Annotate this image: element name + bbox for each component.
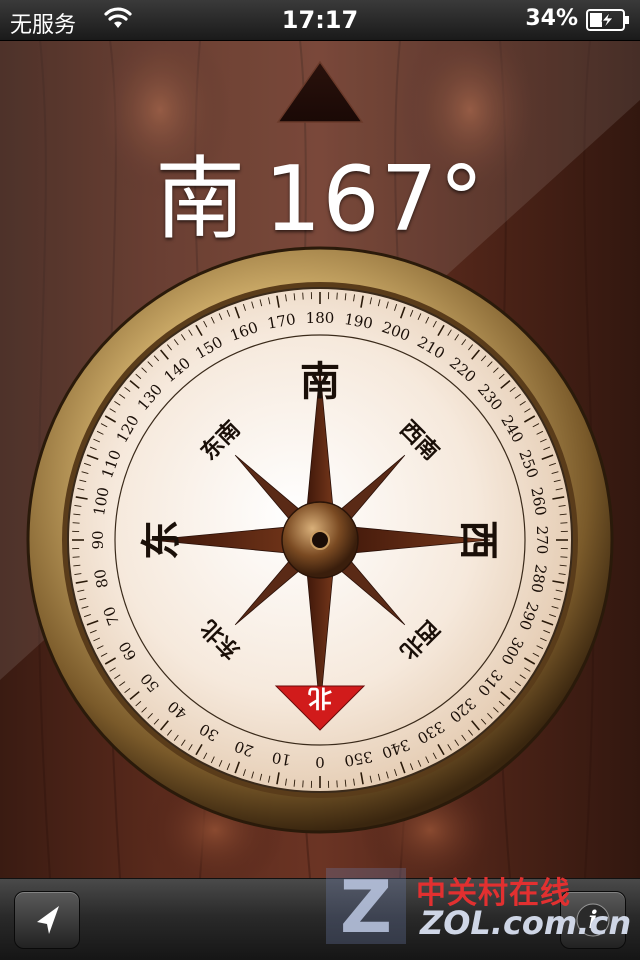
- dial-tick-label: 80: [91, 568, 112, 590]
- heading-direction: 南: [155, 147, 247, 252]
- status-bar: 无服务 17:17 34%: [0, 0, 640, 41]
- cardinal-south: 南: [300, 359, 340, 405]
- heading-degrees: 167°: [264, 147, 485, 252]
- cardinal-west: 西: [455, 520, 501, 560]
- heading-pointer-icon: [276, 60, 364, 123]
- dial-tick-label: 270: [533, 526, 551, 555]
- location-arrow-icon: [37, 906, 59, 934]
- cardinal-north: 北: [308, 684, 332, 712]
- compass-pivot: [310, 530, 330, 550]
- dial-tick-label: 180: [306, 309, 335, 327]
- heading-readout: 南 167°: [0, 126, 640, 256]
- watermark-en: ZOL.com.cn: [420, 904, 632, 942]
- battery-charging-icon: [586, 9, 630, 37]
- compass-app: 无服务 17:17 34% 南 167° 0 10 20 30 40 50 60…: [0, 0, 640, 960]
- svg-text:Z: Z: [340, 865, 392, 949]
- zol-logo: Z: [326, 865, 406, 949]
- dial-tick-label: 10: [270, 748, 292, 769]
- locate-button[interactable]: [14, 891, 80, 949]
- dial-tick-label: 0: [315, 753, 325, 771]
- battery-percent: 34%: [525, 6, 578, 31]
- cardinal-east: 东: [139, 520, 185, 560]
- dial-tick-label: 90: [89, 530, 107, 549]
